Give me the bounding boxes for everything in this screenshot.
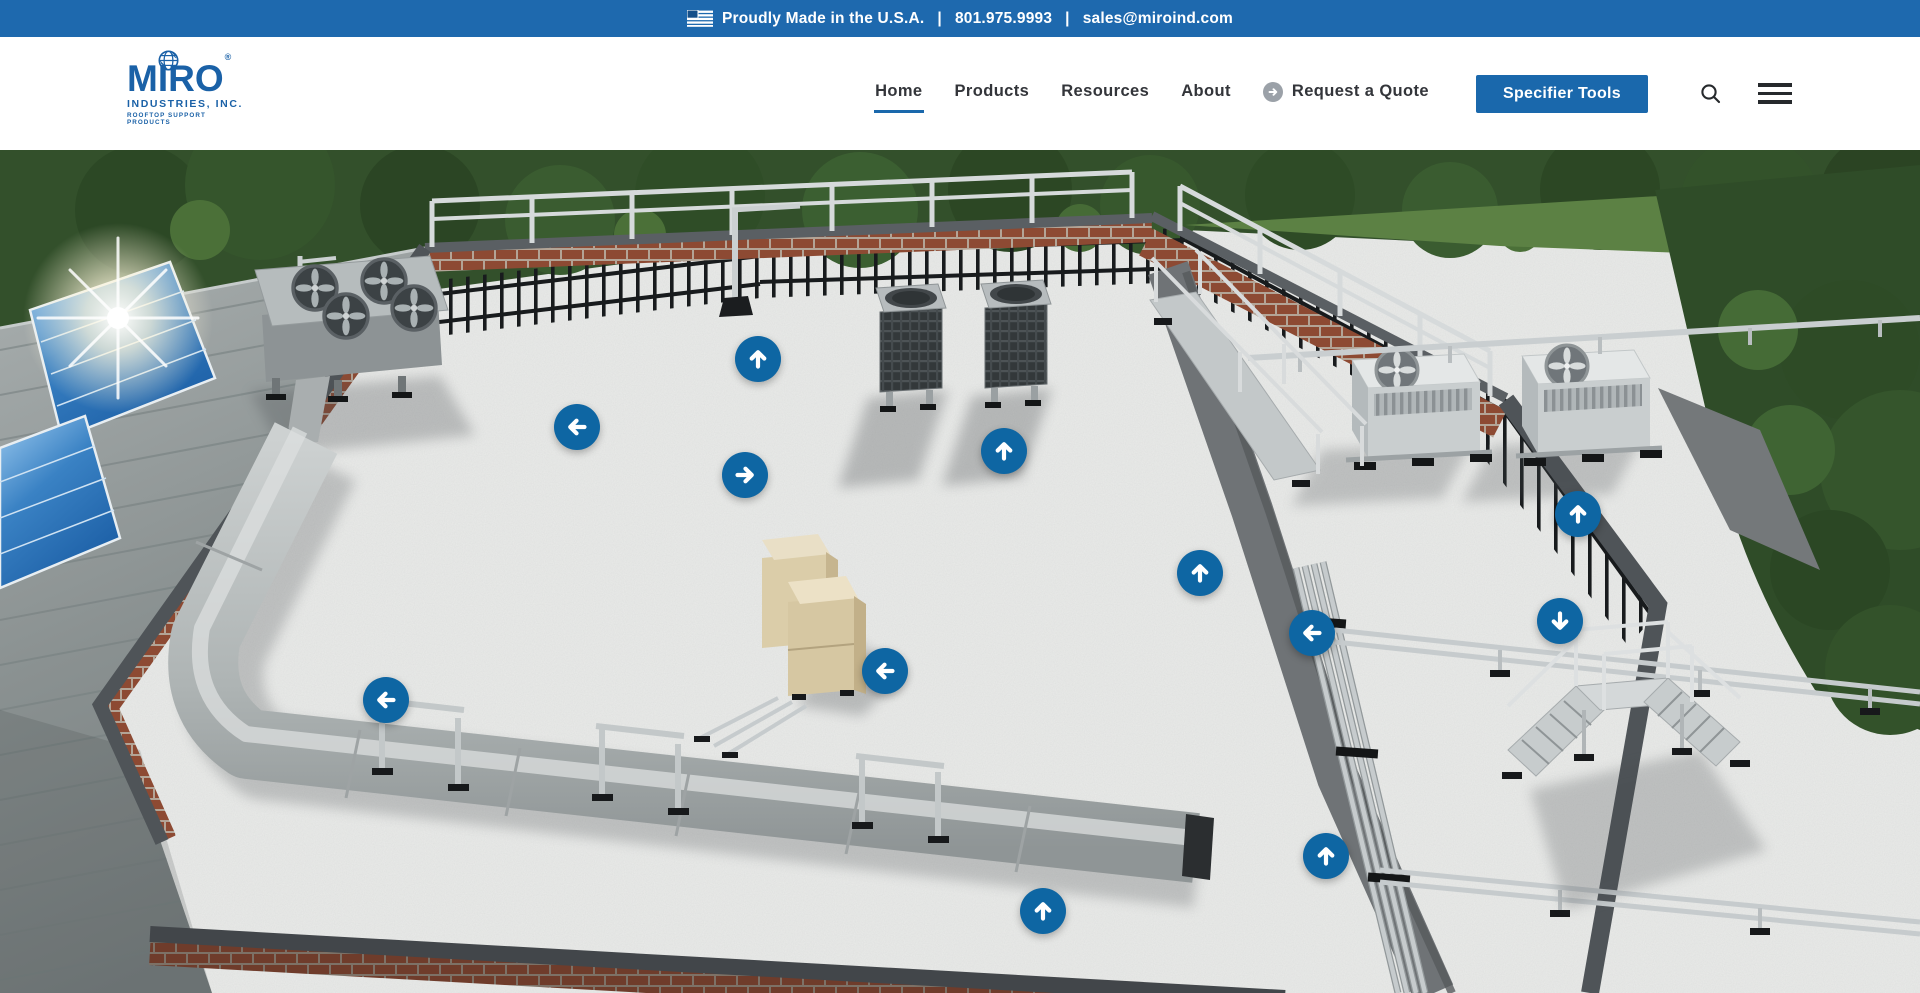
main-nav: Home Products Resources About Request a … xyxy=(874,74,1430,114)
hero-hotspots xyxy=(0,150,1920,993)
nav-request-a-quote[interactable]: Request a Quote xyxy=(1262,74,1430,114)
hotspot-arrow-left-2[interactable] xyxy=(554,404,600,450)
hotspot-arrow-right-3[interactable] xyxy=(722,452,768,498)
logo-wordmark: MIRO® xyxy=(127,61,245,96)
hotspot-arrow-up-12[interactable] xyxy=(1020,888,1066,934)
us-flag-icon xyxy=(687,10,713,27)
hero-rooftop-section xyxy=(0,150,1920,993)
nav-home[interactable]: Home xyxy=(874,74,923,113)
hotspot-arrow-up-1[interactable] xyxy=(735,336,781,382)
hotspot-arrow-down-10[interactable] xyxy=(1537,598,1583,644)
nav-about[interactable]: About xyxy=(1180,74,1232,113)
hotspot-arrow-left-8[interactable] xyxy=(1289,610,1335,656)
made-in-text: Proudly Made in the U.S.A. xyxy=(722,10,924,28)
hotspot-arrow-up-9[interactable] xyxy=(1555,491,1601,537)
miro-logo[interactable]: MIRO® INDUSTRIES, INC. ROOFTOP SUPPORT P… xyxy=(127,61,245,125)
specifier-tools-button[interactable]: Specifier Tools xyxy=(1476,75,1648,113)
arrow-circle-right-icon xyxy=(1263,82,1283,102)
topbar-email[interactable]: sales@miroind.com xyxy=(1083,10,1233,28)
hotspot-arrow-up-7[interactable] xyxy=(1177,550,1223,596)
nav-resources[interactable]: Resources xyxy=(1060,74,1150,113)
hotspot-arrow-left-5[interactable] xyxy=(862,648,908,694)
hamburger-menu-icon[interactable] xyxy=(1758,83,1792,103)
topbar-separator: | xyxy=(1065,10,1070,28)
topbar-separator: | xyxy=(937,10,942,28)
topbar: Proudly Made in the U.S.A. | 801.975.999… xyxy=(0,0,1920,37)
logo-tagline: ROOFTOP SUPPORT PRODUCTS xyxy=(127,112,245,126)
site-header: MIRO® INDUSTRIES, INC. ROOFTOP SUPPORT P… xyxy=(0,37,1920,150)
topbar-phone[interactable]: 801.975.9993 xyxy=(955,10,1052,28)
hotspot-arrow-up-4[interactable] xyxy=(981,428,1027,474)
hotspot-arrow-up-11[interactable] xyxy=(1303,833,1349,879)
nav-products[interactable]: Products xyxy=(954,74,1031,113)
search-icon[interactable] xyxy=(1699,82,1723,106)
hotspot-arrow-left-6[interactable] xyxy=(363,677,409,723)
